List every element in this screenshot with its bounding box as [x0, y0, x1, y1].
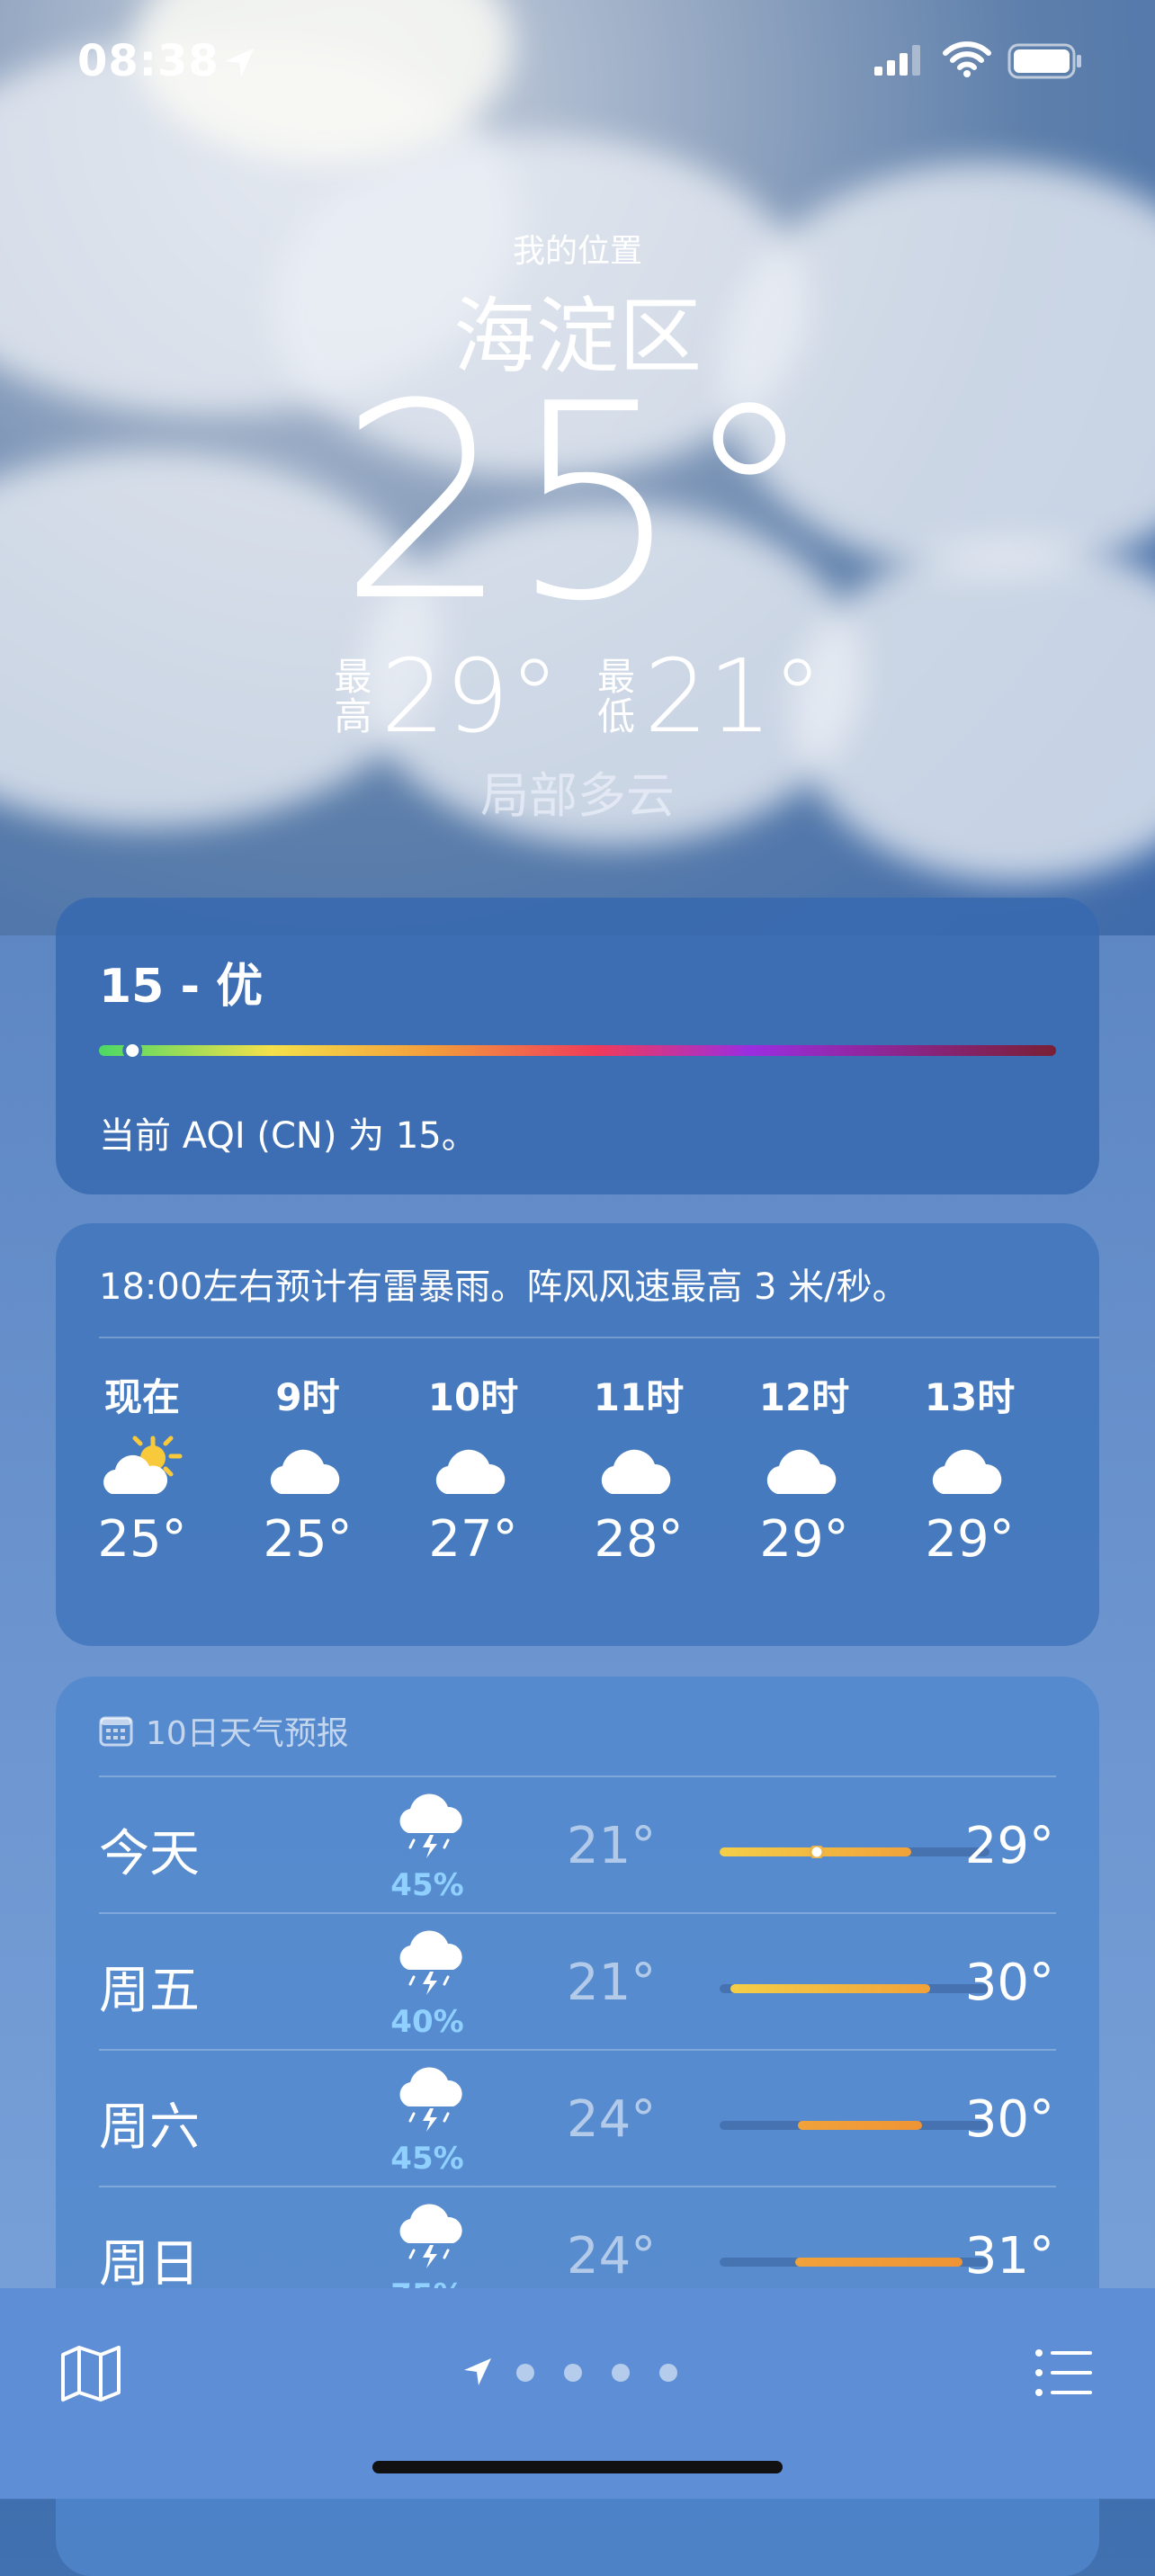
- cloud-icon: [766, 1449, 837, 1494]
- page-dot: [564, 2364, 582, 2382]
- high-label: 最高: [334, 655, 372, 738]
- daily-row[interactable]: 周六 45% 24° 30°: [99, 2051, 1054, 2186]
- hour-item: 11时 28°: [585, 1367, 693, 1569]
- low-temperature: 最低 21°: [595, 639, 823, 756]
- current-temperature: 25°: [338, 346, 817, 660]
- day-high: 30°: [964, 1954, 1054, 2012]
- hour-label: 现在: [103, 1375, 180, 1419]
- day-low: 24°: [567, 2227, 657, 2285]
- hour-temperature: 25°: [263, 1510, 353, 1569]
- hourly-forecast-card[interactable]: 18:00左右预计有雷暴雨。阵风风速最高 3 米/秒。 现在 25° 9时 25…: [56, 1223, 1099, 1646]
- page-dot: [516, 2364, 534, 2382]
- page-indicator[interactable]: [462, 2355, 696, 2391]
- aqi-card[interactable]: 15 - 优 当前 AQI (CN) 为 15。: [56, 898, 1099, 1194]
- hour-item: 13时 29°: [916, 1367, 1024, 1569]
- high-low-temperature: 最高 29° 最低 21°: [0, 639, 1155, 756]
- cloud-icon: [932, 1449, 1002, 1494]
- temperature-range-bar: [720, 2121, 989, 2130]
- precipitation-chance: 45%: [390, 2141, 464, 2177]
- status-time: 08:38: [77, 36, 219, 86]
- day-low: 24°: [567, 2090, 657, 2149]
- daily-header: 10日天气预报: [99, 1707, 349, 1754]
- daily-row[interactable]: 周五 40% 21° 30°: [99, 1914, 1054, 2049]
- weather-condition: 局部多云: [480, 767, 675, 824]
- hour-temperature: 28°: [594, 1510, 684, 1569]
- wifi-icon: [943, 41, 991, 77]
- day-low: 21°: [567, 1954, 657, 2012]
- hour-label: 9时: [275, 1375, 340, 1419]
- temperature-range-bar: [720, 2258, 989, 2267]
- daily-row[interactable]: 今天 45% 21° 29°: [99, 1777, 1054, 1912]
- day-high: 30°: [964, 2090, 1054, 2149]
- cloud-icon: [435, 1449, 506, 1494]
- page-dot: [659, 2364, 677, 2382]
- aqi-title: 15 - 优: [99, 960, 264, 1014]
- high-temperature: 最高 29°: [332, 639, 560, 756]
- hour-temperature: 27°: [428, 1510, 518, 1569]
- page-dots: [516, 2364, 677, 2382]
- page-dot: [612, 2364, 630, 2382]
- day-label: 周日: [99, 2235, 200, 2294]
- hourly-divider: [99, 1337, 1099, 1338]
- hourly-summary: 18:00左右预计有雷暴雨。阵风风速最高 3 米/秒。: [99, 1266, 909, 1308]
- partly-sunny-icon: [103, 1436, 183, 1494]
- aqi-description: 当前 AQI (CN) 为 15。: [99, 1115, 478, 1157]
- location-arrow-icon: [225, 49, 254, 77]
- aqi-scale-bar: [99, 1042, 1056, 1060]
- low-value: 21°: [644, 639, 823, 756]
- cloud-icon: [601, 1449, 671, 1494]
- hour-item: 12时 29°: [750, 1367, 858, 1569]
- location-page-icon: [464, 2358, 491, 2385]
- hour-label: 13时: [924, 1375, 1016, 1419]
- thunderstorm-icon: [399, 2067, 462, 2132]
- day-high: 31°: [964, 2227, 1054, 2285]
- range-fill: [795, 2258, 962, 2267]
- day-high: 29°: [964, 1817, 1054, 1875]
- aqi-indicator: [122, 1042, 143, 1060]
- hour-temperature: 29°: [925, 1510, 1015, 1569]
- day-label: 今天: [99, 1825, 200, 1883]
- temperature-range-bar: [720, 1984, 989, 1993]
- hour-temperature: 29°: [759, 1510, 849, 1569]
- thunderstorm-icon: [399, 1793, 462, 1858]
- status-bar: 08:38: [0, 36, 1155, 99]
- hour-item: 现在 25°: [88, 1367, 196, 1569]
- hour-label: 10时: [427, 1375, 519, 1419]
- daily-title: 10日天气预报: [146, 1715, 349, 1752]
- hour-label: 12时: [758, 1375, 850, 1419]
- precipitation-chance: 45%: [390, 1867, 464, 1903]
- battery-icon: [1007, 43, 1081, 79]
- thunderstorm-icon: [399, 1930, 462, 1995]
- day-label: 周五: [99, 1962, 200, 2020]
- day-low: 21°: [567, 1817, 657, 1875]
- hour-label: 11时: [593, 1375, 685, 1419]
- hour-item: 10时 27°: [419, 1367, 527, 1569]
- high-value: 29°: [381, 639, 560, 756]
- cloud-icon: [270, 1449, 340, 1494]
- range-fill: [730, 1984, 930, 1993]
- home-indicator: [372, 2461, 783, 2473]
- map-icon[interactable]: [59, 2344, 122, 2403]
- hour-item: 9时 25°: [254, 1367, 362, 1569]
- calendar-icon: [99, 1716, 133, 1747]
- list-icon[interactable]: [1034, 2348, 1094, 2398]
- cellular-signal-icon: [874, 45, 920, 76]
- thunderstorm-icon: [399, 2204, 462, 2268]
- my-location-label: 我的位置: [512, 233, 642, 270]
- range-fill: [798, 2121, 922, 2130]
- hour-temperature: 25°: [97, 1510, 187, 1569]
- temperature-range-bar: [720, 1846, 989, 1858]
- day-label: 周六: [99, 2098, 200, 2157]
- low-label: 最低: [596, 655, 635, 738]
- current-temp-marker: [809, 1846, 825, 1858]
- precipitation-chance: 40%: [390, 2004, 464, 2040]
